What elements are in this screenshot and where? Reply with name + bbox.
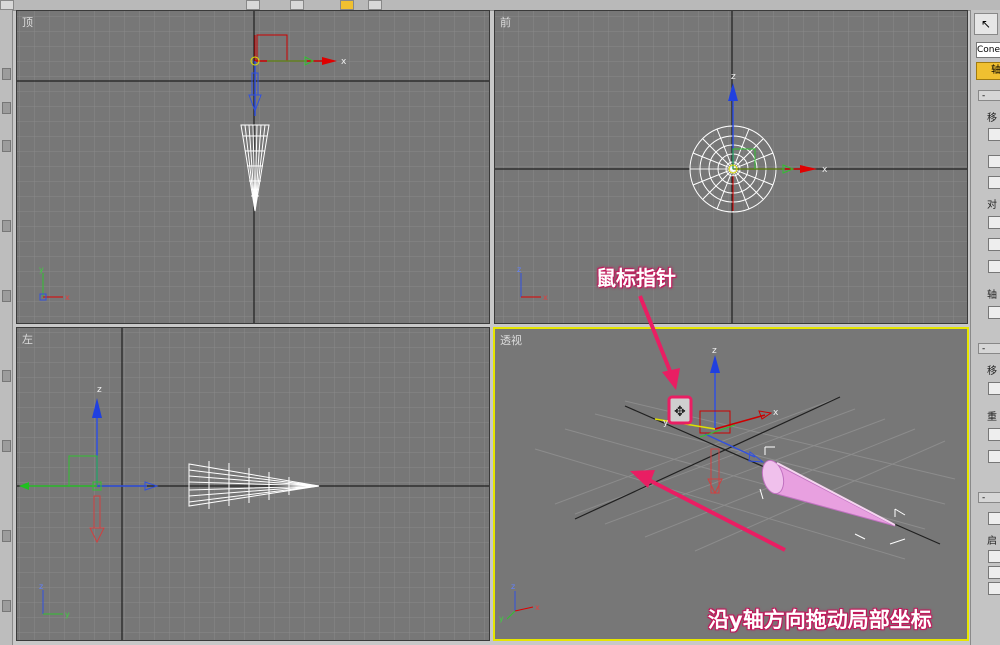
object-name-field[interactable]: Cone0 xyxy=(976,42,1000,58)
toolbar-button[interactable] xyxy=(2,140,11,152)
svg-text:y: y xyxy=(39,265,44,274)
svg-text:z: z xyxy=(39,582,43,591)
panel-button[interactable] xyxy=(988,450,1000,463)
toolbar-button[interactable] xyxy=(246,0,260,10)
viewport-front[interactable]: z x x z 前 xyxy=(494,10,968,324)
svg-text:x: x xyxy=(65,293,70,302)
panel-button[interactable] xyxy=(988,260,1000,273)
panel-label: 移 xyxy=(987,113,997,124)
viewport-perspective-canvas: z x y ✥ x y z xyxy=(495,329,967,639)
svg-text:y: y xyxy=(65,610,70,619)
panel-label: 移 xyxy=(987,366,997,377)
toolbar-button[interactable] xyxy=(2,68,11,80)
annotation-mouse-pointer: 鼠标指针 xyxy=(596,266,676,290)
axis-label-z: z xyxy=(731,72,736,82)
viewport-label[interactable]: 前 xyxy=(500,14,511,30)
axis-label-z: z xyxy=(712,346,717,356)
toolbar-button[interactable] xyxy=(290,0,304,10)
svg-text:x: x xyxy=(535,603,540,612)
panel-label: 轴 xyxy=(987,290,997,301)
panel-button[interactable] xyxy=(988,155,1000,168)
panel-label: 对 xyxy=(987,200,997,211)
viewport-front-canvas: z x x z xyxy=(495,11,967,323)
svg-text:z: z xyxy=(517,265,521,274)
toolbar-button[interactable] xyxy=(2,530,11,542)
toolbar-button[interactable] xyxy=(2,102,11,114)
panel-label: 重 xyxy=(987,412,997,423)
annotation-caption: 沿y轴方向拖动局部坐标 xyxy=(708,608,932,632)
checkbox[interactable] xyxy=(988,582,1000,595)
axis-label-x: x xyxy=(822,165,828,175)
rollout-header[interactable]: - xyxy=(978,492,1000,503)
panel-button[interactable] xyxy=(988,382,1000,395)
tab-hierarchy[interactable]: 轴 xyxy=(976,62,1000,80)
checkbox[interactable] xyxy=(988,550,1000,563)
viewport-label[interactable]: 透视 xyxy=(500,332,522,348)
toolbar-button[interactable] xyxy=(2,600,11,612)
svg-text:x: x xyxy=(543,293,548,302)
viewport-label[interactable]: 左 xyxy=(22,331,33,347)
toolbar-button[interactable] xyxy=(2,370,11,382)
axis-label-x: x xyxy=(341,57,347,67)
panel-button[interactable] xyxy=(988,216,1000,229)
panel-button[interactable] xyxy=(988,238,1000,251)
toolbar-button[interactable] xyxy=(2,440,11,452)
toolbar-button[interactable] xyxy=(0,0,14,10)
toolbar-button[interactable] xyxy=(368,0,382,10)
viewport-label[interactable]: 顶 xyxy=(22,14,33,30)
svg-text:✥: ✥ xyxy=(674,404,686,420)
move-cursor-icon: ✥ xyxy=(667,395,693,425)
left-toolbar xyxy=(0,10,13,645)
toolbar-button[interactable] xyxy=(2,220,11,232)
checkbox[interactable] xyxy=(988,512,1000,525)
viewport-top[interactable]: x x y 顶 xyxy=(16,10,490,324)
viewport-perspective[interactable]: z x y ✥ x y z 透视 xyxy=(493,327,969,641)
select-cursor-icon[interactable]: ↖ xyxy=(974,13,998,35)
panel-label: 启 xyxy=(987,536,997,547)
command-panel: ↖ Cone0 轴 - 移 对 轴 - 移 重 - 启 xyxy=(970,10,1000,645)
viewport-left-canvas: z y z xyxy=(17,328,489,640)
rollout-header[interactable]: - xyxy=(978,343,1000,354)
svg-text:z: z xyxy=(511,582,515,591)
rollout-header[interactable]: - xyxy=(978,90,1000,101)
panel-button[interactable] xyxy=(988,428,1000,441)
axis-label-x: x xyxy=(773,408,779,418)
panel-button[interactable] xyxy=(988,306,1000,319)
toolbar-button[interactable] xyxy=(2,290,11,302)
viewport-left[interactable]: z y z 左 xyxy=(16,327,490,641)
checkbox[interactable] xyxy=(988,566,1000,579)
select-tool-button[interactable] xyxy=(340,0,354,10)
axis-label-z: z xyxy=(97,385,102,395)
panel-button[interactable] xyxy=(988,128,1000,141)
viewport-top-canvas: x x y xyxy=(17,11,489,323)
svg-text:y: y xyxy=(499,614,504,623)
panel-button[interactable] xyxy=(988,176,1000,189)
